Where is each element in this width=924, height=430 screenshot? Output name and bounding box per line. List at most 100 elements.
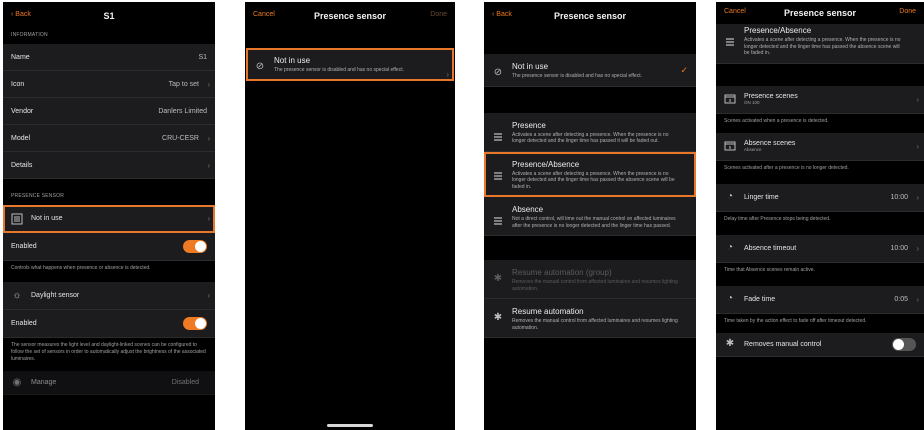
info-row-model[interactable]: Model CRU-CESR › xyxy=(3,125,215,152)
row-label: Details xyxy=(11,161,33,169)
row-value: 0:05 xyxy=(894,295,908,303)
manage-row[interactable]: ◉ Manage Disabled xyxy=(3,371,215,395)
option-not-in-use[interactable]: ⊘ Not in use The presence sensor is disa… xyxy=(484,54,696,87)
row-label: Daylight sensor xyxy=(31,292,80,299)
clock-icon: ◔ xyxy=(726,191,734,202)
row-label: Enabled xyxy=(11,320,37,327)
presence-mode-row[interactable]: Not in use › xyxy=(3,205,215,233)
removes-manual-control-toggle[interactable] xyxy=(892,337,916,351)
option-resume-automation[interactable]: ✱ Resume automation Removes the manual c… xyxy=(484,299,696,338)
option-title: Not in use xyxy=(274,56,311,65)
daylight-footnote: The sensor measures the light level and … xyxy=(11,342,206,362)
info-row-icon[interactable]: Icon Tap to set › xyxy=(3,71,215,98)
cancel-button[interactable]: Cancel xyxy=(253,11,275,18)
absence-scenes-note: Scenes activated after a presence is no … xyxy=(724,164,849,171)
home-indicator xyxy=(327,424,373,427)
option-title: Absence xyxy=(512,205,544,214)
option-presence-absence[interactable]: Presence/Absence Activates a scene after… xyxy=(484,151,696,197)
option-not-in-use[interactable]: ⊘ Not in use The presence sensor is disa… xyxy=(246,48,454,81)
absence-timeout-note: Time that Absence scenes remain active. xyxy=(724,266,815,273)
row-sublabel: Absence xyxy=(744,147,762,152)
chevron-right-icon: › xyxy=(916,243,919,253)
row-label: Absence timeout xyxy=(744,244,797,252)
presence-footnote: Controls what happens when presence or a… xyxy=(11,265,151,271)
presence-absence-icon xyxy=(492,170,504,182)
info-row-details[interactable]: Details › xyxy=(3,152,215,179)
resume-icon: ✱ xyxy=(493,273,503,284)
daylight-sensor-row[interactable]: ☼ Daylight sensor › xyxy=(3,282,215,310)
resume-icon: ✱ xyxy=(493,312,503,323)
absence-timeout-row[interactable]: ◔ Absence timeout 10:00 › xyxy=(716,234,924,263)
row-label: Removes manual control xyxy=(744,340,822,348)
enabled-row: Enabled xyxy=(3,233,215,261)
option-title: Presence/Absence xyxy=(512,159,580,169)
enabled-toggle[interactable] xyxy=(183,240,207,253)
presence-scenes-row[interactable]: Presence scenes ON 100 › xyxy=(716,85,924,114)
back-button[interactable]: ‹ Back xyxy=(11,11,31,18)
chevron-right-icon: › xyxy=(916,192,919,202)
row-value: Tap to set xyxy=(168,80,199,88)
screen-presence-absence-settings: Cancel Presence sensor Done Presence/Abs… xyxy=(716,2,924,430)
navbar: Cancel Presence sensor Done xyxy=(716,2,924,24)
linger-time-row[interactable]: ◔ Linger time 10:00 › xyxy=(716,183,924,212)
chevron-right-icon: › xyxy=(207,133,210,143)
chevron-right-icon: › xyxy=(446,70,449,79)
option-resume-automation-group: ✱ Resume automation (group) Removes the … xyxy=(484,260,696,299)
screen-sensor-settings: ‹ Back S1 INFORMATION Name S1 Icon Tap t… xyxy=(3,2,215,430)
presence-icon xyxy=(492,131,504,143)
chevron-right-icon: › xyxy=(207,291,210,300)
option-title: Resume automation (group) xyxy=(512,268,612,277)
daylight-enabled-toggle[interactable] xyxy=(183,317,207,330)
row-label: Enabled xyxy=(11,243,37,250)
option-description: Activates a scene after detecting a pres… xyxy=(512,131,669,145)
row-value: CRU-CESR xyxy=(162,134,199,142)
row-label: Not in use xyxy=(31,215,63,222)
fade-time-note: Time taken by the action effect to fade … xyxy=(724,317,867,324)
page-title: S1 xyxy=(103,11,115,21)
absence-scenes-row[interactable]: Absence scenes Absence › xyxy=(716,132,924,161)
option-title: Presence/Absence xyxy=(744,26,812,35)
row-label: Presence scenes xyxy=(744,93,798,100)
row-label: Model xyxy=(11,134,31,142)
option-presence[interactable]: Presence Activates a scene after detecti… xyxy=(484,112,696,152)
row-value: 10:00 xyxy=(890,193,908,201)
chevron-right-icon: › xyxy=(916,294,919,304)
daylight-enabled-row: Enabled xyxy=(3,310,215,338)
scene-icon xyxy=(724,93,736,105)
done-button[interactable]: Done xyxy=(430,11,447,18)
fade-time-row[interactable]: ◔ Fade time 0:05 › xyxy=(716,285,924,314)
row-label: Linger time xyxy=(744,193,779,201)
row-value: S1 xyxy=(198,53,207,61)
cancel-button[interactable]: Cancel xyxy=(724,8,746,15)
option-title: Presence xyxy=(512,120,546,130)
option-description: Removes the manual control from affected… xyxy=(512,279,678,292)
presence-absence-icon xyxy=(724,36,736,48)
option-title: Not in use xyxy=(512,62,549,71)
manual-control-icon: ✱ xyxy=(725,338,735,349)
row-value: Disabled xyxy=(171,379,199,386)
row-value: 10:00 xyxy=(890,244,908,252)
row-label: Fade time xyxy=(744,295,776,303)
navbar: ‹ Back Presence sensor xyxy=(484,2,696,30)
done-button[interactable]: Done xyxy=(899,8,916,15)
checkmark-icon: ✓ xyxy=(680,64,688,75)
removes-manual-control-row: ✱ Removes manual control xyxy=(716,332,924,357)
chevron-right-icon: › xyxy=(207,214,210,223)
clock-icon: ◔ xyxy=(726,242,734,253)
selected-mode-presence-absence[interactable]: Presence/Absence Activates a scene after… xyxy=(716,24,924,64)
info-row-vendor: Vendor Danlers Limited xyxy=(3,98,215,125)
option-title: Resume automation xyxy=(512,307,584,316)
row-label: Vendor xyxy=(11,107,34,115)
sensor-icon: ◉ xyxy=(12,376,22,388)
option-description: Activates a scene after detecting a pres… xyxy=(744,37,901,56)
info-row-name[interactable]: Name S1 xyxy=(3,44,215,71)
disabled-circle-icon: ⊘ xyxy=(255,61,265,72)
sun-icon: ☼ xyxy=(12,289,22,301)
linger-time-note: Delay time after Presence stops being de… xyxy=(724,215,831,222)
back-button[interactable]: ‹ Back xyxy=(492,11,512,18)
option-description: Not a direct control, will time out the … xyxy=(512,216,676,229)
option-description: Removes the manual control from affected… xyxy=(512,318,678,331)
disabled-circle-icon: ⊘ xyxy=(493,67,503,78)
option-absence[interactable]: Absence Not a direct control, will time … xyxy=(484,197,696,236)
absence-icon xyxy=(492,215,504,227)
